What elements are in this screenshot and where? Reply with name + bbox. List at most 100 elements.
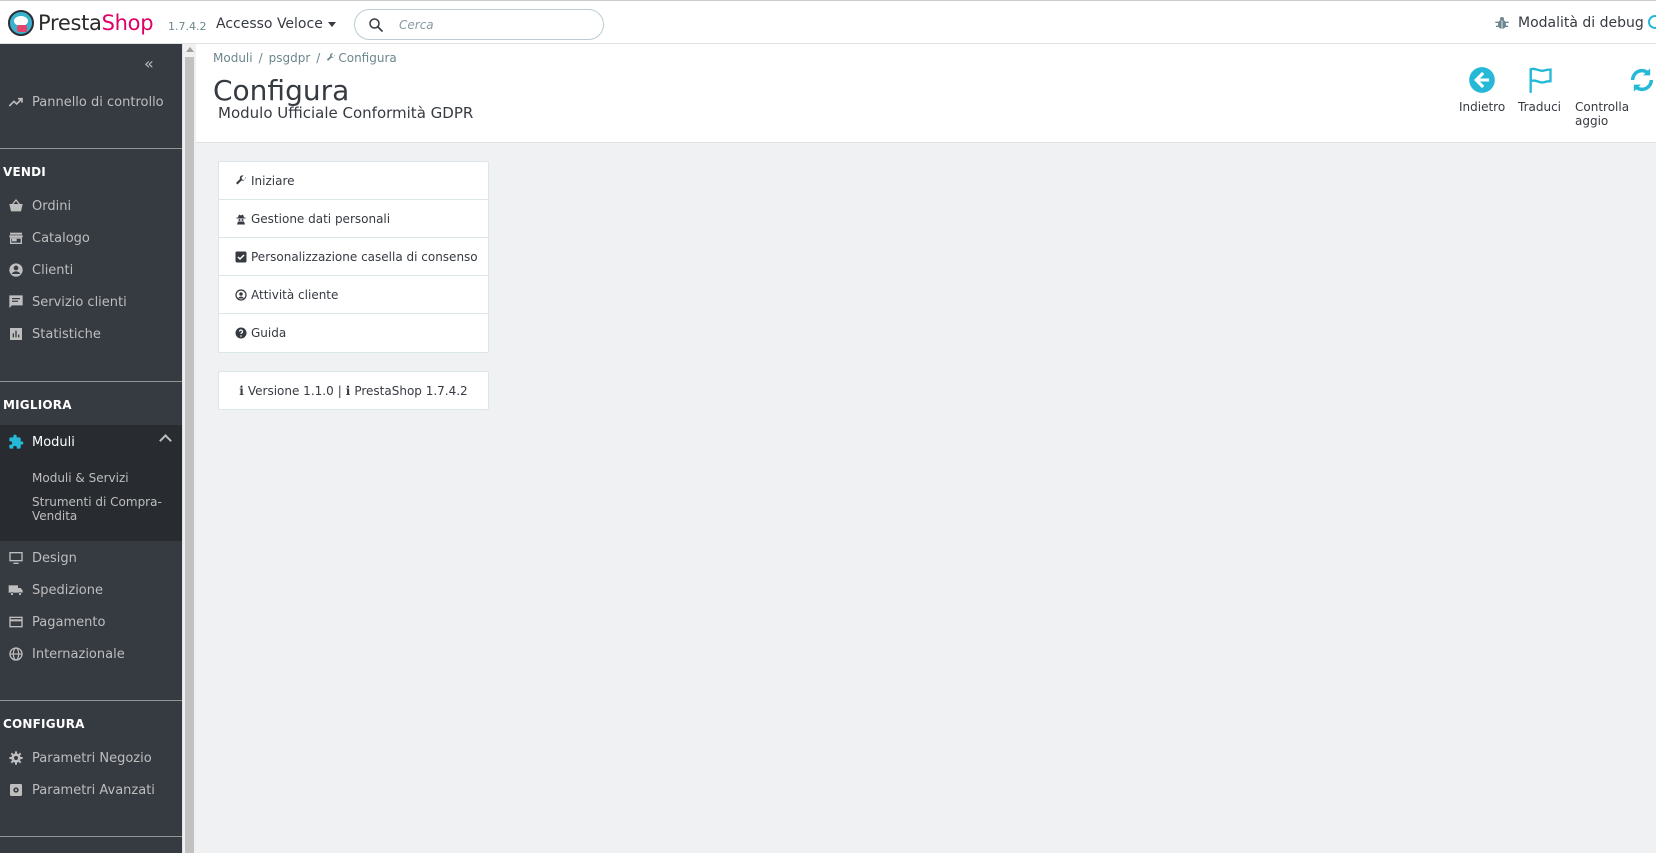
question-circle-icon xyxy=(235,327,247,339)
sidebar-item-label: Pagamento xyxy=(32,614,106,630)
section-title-sell: VENDI xyxy=(3,165,46,179)
breadcrumb-separator: / xyxy=(316,51,321,65)
bar-chart-icon xyxy=(10,328,22,340)
section-title-improve: MIGLIORA xyxy=(3,398,72,412)
sidebar-item-shop-parameters[interactable]: Parametri Negozio xyxy=(0,742,182,774)
sidebar-item-label: Servizio clienti xyxy=(32,294,127,310)
store-icon xyxy=(9,232,23,244)
sidebar-item-customer-service[interactable]: Servizio clienti xyxy=(0,286,182,318)
breadcrumb-psgdpr[interactable]: psgdpr xyxy=(269,51,311,65)
sidebar-item-shipping[interactable]: Spedizione xyxy=(0,574,182,606)
sidebar-divider xyxy=(0,148,182,149)
chevron-up-icon[interactable] xyxy=(159,434,172,447)
menu-item-label: Iniziare xyxy=(251,173,295,188)
sidebar-item-label: Parametri Negozio xyxy=(32,750,152,766)
sidebar-item-modules[interactable]: Moduli xyxy=(0,426,182,458)
sidebar-item-label: Design xyxy=(32,550,77,566)
section-title-configure: CONFIGURA xyxy=(3,717,85,731)
page-subtitle: Modulo Ufficiale Conformità GDPR xyxy=(218,104,474,122)
sidebar-item-design[interactable]: Design xyxy=(0,542,182,574)
sidebar-item-customers[interactable]: Clienti xyxy=(0,254,182,286)
sidebar: « Pannello di controllo VENDI Ordini Cat… xyxy=(0,44,182,853)
check-update-button[interactable]: Controlla aggio xyxy=(1575,66,1656,128)
user-secret-icon xyxy=(236,214,246,224)
translate-label: Traduci xyxy=(1518,100,1562,114)
credit-card-icon xyxy=(9,616,23,628)
sidebar-item-international[interactable]: Internazionale xyxy=(0,638,182,670)
monitor-icon xyxy=(9,552,23,564)
sidebar-item-dashboard[interactable]: Pannello di controllo xyxy=(0,86,182,118)
menu-item-customer-activity[interactable]: Attività cliente xyxy=(219,276,488,314)
collapse-sidebar-icon[interactable]: « xyxy=(144,54,154,73)
sidebar-item-label: Ordini xyxy=(32,198,72,214)
module-version: Versione 1.1.0 xyxy=(247,383,334,398)
menu-item-consent-checkbox[interactable]: Personalizzazione casella di consenso xyxy=(219,238,488,276)
info-icon: i xyxy=(239,383,244,398)
sidebar-item-label: Spedizione xyxy=(32,582,103,598)
menu-item-help[interactable]: Guida xyxy=(219,314,488,352)
sidebar-item-label: Internazionale xyxy=(32,646,125,662)
sidebar-subitem-modules-services[interactable]: Moduli & Servizi xyxy=(32,471,129,485)
page-title: Configura xyxy=(213,74,350,107)
sidebar-item-label: Parametri Avanzati xyxy=(32,782,155,798)
menu-item-data-management[interactable]: Gestione dati personali xyxy=(219,200,488,238)
sidebar-divider xyxy=(0,700,182,701)
wrench-icon xyxy=(327,53,336,61)
logo-text-shop: Shop xyxy=(101,11,154,35)
sidebar-item-stats[interactable]: Statistiche xyxy=(0,318,182,350)
breadcrumb-modules[interactable]: Moduli xyxy=(213,51,253,65)
breadcrumb-separator: / xyxy=(258,51,263,65)
sidebar-item-payment[interactable]: Pagamento xyxy=(0,606,182,638)
platform-version: PrestaShop 1.7.4.2 xyxy=(354,383,468,398)
check-update-label: Controlla aggio xyxy=(1575,100,1630,128)
menu-item-label: Guida xyxy=(251,326,287,340)
sidebar-item-label: Catalogo xyxy=(32,230,90,246)
sidebar-item-orders[interactable]: Ordini xyxy=(0,190,182,222)
back-button[interactable]: Indietro xyxy=(1459,66,1505,114)
scroll-up-arrow-icon[interactable] xyxy=(186,47,194,52)
truck-icon xyxy=(8,585,23,596)
scrollbar-thumb[interactable] xyxy=(185,57,194,853)
module-menu: Iniziare Gestione dati personali Persona… xyxy=(218,161,489,353)
sidebar-item-label: Pannello di controllo xyxy=(32,94,164,110)
arrow-circle-left-icon xyxy=(1469,67,1495,93)
search-icon[interactable] xyxy=(367,16,385,34)
search-input[interactable] xyxy=(399,15,589,35)
translate-button[interactable]: Traduci xyxy=(1518,66,1561,114)
sidebar-item-catalog[interactable]: Catalogo xyxy=(0,222,182,254)
page-header: Moduli / psgdpr / Configura Configura Mo… xyxy=(196,44,1656,143)
quick-access-dropdown[interactable]: Accesso Veloce xyxy=(216,16,336,32)
sidebar-scrollbar[interactable] xyxy=(182,44,196,853)
sidebar-divider xyxy=(0,381,182,382)
logo-text: PrestaShop xyxy=(38,11,154,35)
debug-mode-indicator[interactable]: Modalità di debug xyxy=(1494,15,1644,31)
version-separator: | xyxy=(337,383,342,398)
menu-item-label: Gestione dati personali xyxy=(251,211,391,226)
check-square-icon xyxy=(235,251,247,262)
search-box[interactable] xyxy=(354,9,604,40)
user-circle-icon xyxy=(235,288,247,301)
sidebar-subitem-marketplace[interactable]: Strumenti di Compra-Vendita xyxy=(32,495,162,523)
trending-up-icon xyxy=(8,97,23,107)
sidebar-item-label: Clienti xyxy=(32,262,74,278)
breadcrumb-current: Configura xyxy=(326,51,397,65)
version-card: i Versione 1.1.0 | i PrestaShop 1.7.4.2 xyxy=(218,371,489,410)
prestashop-logo[interactable]: PrestaShop xyxy=(8,10,154,36)
sidebar-item-label: Moduli xyxy=(32,434,75,450)
sidebar-divider xyxy=(0,836,182,837)
settings-box-icon xyxy=(10,784,22,796)
info-icon: i xyxy=(345,383,351,398)
logo-text-presta: Presta xyxy=(38,11,102,35)
breadcrumb: Moduli / psgdpr / Configura xyxy=(213,51,397,65)
shop-view-icon[interactable] xyxy=(1648,15,1656,29)
flag-icon xyxy=(1529,67,1552,93)
basket-icon xyxy=(9,198,23,212)
caret-down-icon xyxy=(327,21,336,27)
account-circle-icon xyxy=(9,263,23,277)
menu-item-getting-started[interactable]: Iniziare xyxy=(219,162,488,200)
bug-icon xyxy=(1495,17,1509,29)
sidebar-item-label: Statistiche xyxy=(32,326,101,342)
top-header: PrestaShop 1.7.4.2 Accesso Veloce Modali… xyxy=(0,0,1656,44)
refresh-icon xyxy=(1630,68,1654,92)
sidebar-item-advanced-parameters[interactable]: Parametri Avanzati xyxy=(0,774,182,806)
